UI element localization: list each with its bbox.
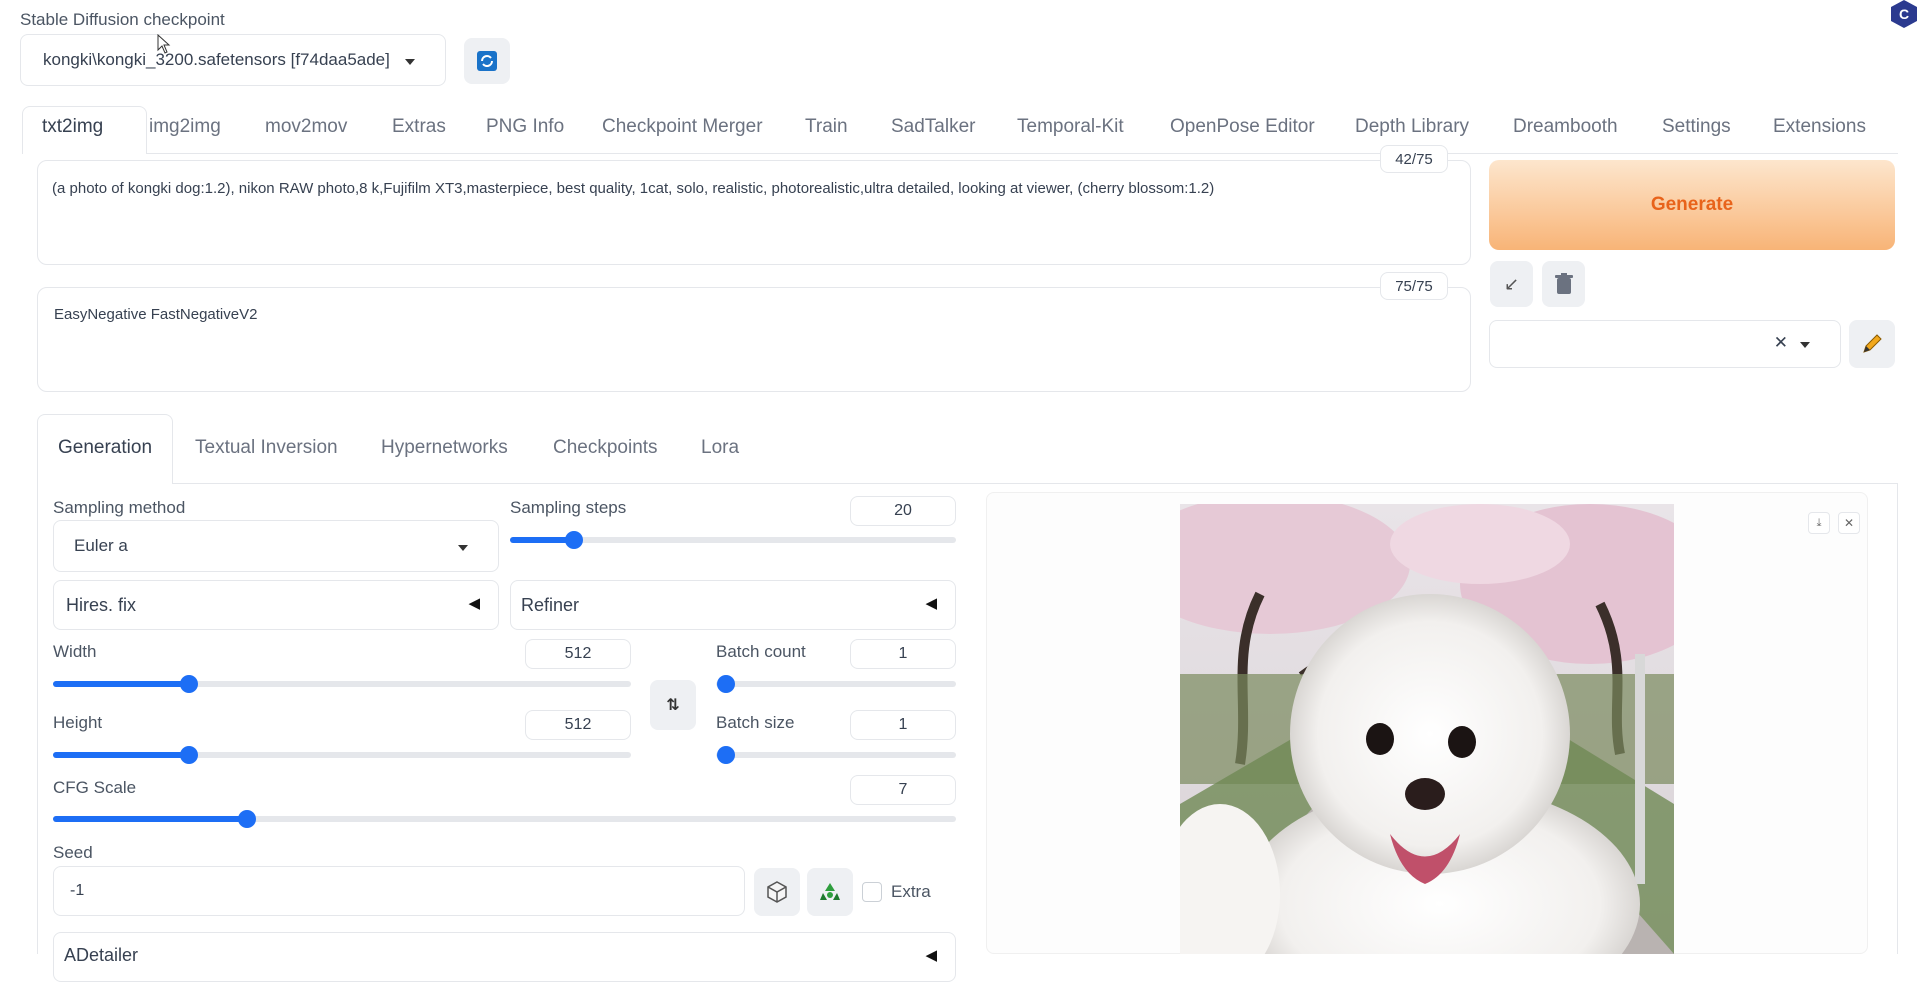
refresh-icon [477,51,497,71]
random-seed-button[interactable] [754,868,800,916]
width-label: Width [53,642,97,661]
negative-prompt-text: EasyNegative FastNegativeV2 [54,306,258,323]
swap-arrows-icon: ⇅ [666,697,680,714]
tab-extensions[interactable]: Extensions [1773,116,1866,140]
tab-txt2img[interactable]: txt2img [42,116,103,140]
swap-dimensions-button[interactable]: ⇅ [650,680,696,730]
width-input[interactable]: 512 [525,639,631,669]
height-label: Height [53,713,103,732]
close-image-button[interactable]: ✕ [1838,512,1860,534]
tab-mov2mov[interactable]: mov2mov [265,116,347,140]
generate-button[interactable]: Generate [1489,160,1895,250]
adetailer-accordion[interactable]: ADetailer ◀ [53,932,956,982]
cfg-scale-label: CFG Scale [53,778,137,797]
triangle-left-icon: ◀ [468,595,480,612]
triangle-left-icon: ◀ [925,595,937,612]
subtab-checkpoints[interactable]: Checkpoints [553,437,658,459]
seed-input[interactable]: -1 [53,866,745,916]
tab-temporal-kit[interactable]: Temporal-Kit [1017,116,1124,140]
sampling-method-value: Euler a [74,536,128,555]
trash-icon [1554,273,1573,294]
height-input[interactable]: 512 [525,710,631,740]
negative-token-counter: 75/75 [1380,272,1448,300]
cfg-scale-slider[interactable] [53,807,956,831]
sampling-steps-slider[interactable] [510,528,956,552]
tab-depth-library[interactable]: Depth Library [1355,116,1469,140]
sampling-method-dropdown[interactable]: Euler a [53,520,499,572]
adetailer-label: ADetailer [64,945,139,965]
width-slider[interactable] [53,672,631,696]
extra-seed-checkbox[interactable] [862,882,882,902]
dice-icon [767,881,787,903]
slider-handle[interactable] [717,675,735,693]
svg-text:C: C [1899,6,1909,22]
subtab-lora[interactable]: Lora [701,437,739,459]
tab-sadtalker[interactable]: SadTalker [891,116,976,140]
seed-label: Seed [53,843,93,862]
refresh-checkpoint-button[interactable] [464,38,510,84]
subtab-textual-inversion[interactable]: Textual Inversion [195,437,338,459]
read-params-button[interactable]: ↙ [1490,261,1533,307]
batch-count-input[interactable]: 1 [850,639,956,669]
slider-handle[interactable] [180,746,198,764]
subtab-hypernetworks[interactable]: Hypernetworks [381,437,508,459]
tab-settings[interactable]: Settings [1662,116,1731,140]
prompt-textarea[interactable]: (a photo of kongki dog:1.2), nikon RAW p… [37,160,1471,265]
triangle-left-icon: ◀ [925,947,937,964]
reuse-seed-button[interactable] [807,868,853,916]
tabs-divider [146,153,1898,154]
slider-handle[interactable] [180,675,198,693]
cfg-scale-input[interactable]: 7 [850,775,956,805]
tab-dreambooth[interactable]: Dreambooth [1513,116,1618,140]
batch-size-input[interactable]: 1 [850,710,956,740]
sampling-steps-label: Sampling steps [510,498,627,517]
mouse-cursor-icon [157,33,171,59]
dog-photo-image [1180,504,1674,954]
batch-count-slider[interactable] [716,672,956,696]
tab-png-info[interactable]: PNG Info [486,116,564,140]
checkpoint-dropdown[interactable]: kongki\kongki_3200.safetensors [f74daa5a… [20,34,446,86]
prompt-text: (a photo of kongki dog:1.2), nikon RAW p… [52,180,1215,197]
slider-handle[interactable] [565,531,583,549]
edit-styles-button[interactable] [1849,320,1895,368]
checkpoint-label: Stable Diffusion checkpoint [20,10,225,29]
chevron-down-icon [405,59,415,65]
close-icon: ✕ [1843,516,1855,530]
checkpoint-value: kongki\kongki_3200.safetensors [f74daa5a… [43,50,390,69]
batch-size-slider[interactable] [716,743,956,767]
slider-handle[interactable] [717,746,735,764]
extra-seed-label: Extra [891,882,931,901]
prompt-token-counter: 42/75 [1380,145,1448,173]
slider-handle[interactable] [238,810,256,828]
styles-dropdown[interactable]: ✕ [1489,320,1841,368]
refiner-label: Refiner [521,594,580,615]
recycle-icon [820,883,840,900]
sampling-method-label: Sampling method [53,498,186,517]
generated-image[interactable] [1180,504,1674,954]
chevron-down-icon [1800,342,1810,348]
clear-x-icon[interactable]: ✕ [1774,333,1788,353]
hires-fix-label: Hires. fix [66,594,137,615]
app-logo-icon: C [1891,0,1917,28]
download-button[interactable]: ⤓ [1808,512,1830,534]
hires-fix-accordion[interactable]: Hires. fix ◀ [53,580,499,630]
height-slider[interactable] [53,743,631,767]
tab-extras[interactable]: Extras [392,116,446,140]
clear-prompt-button[interactable] [1542,261,1585,307]
subtab-generation[interactable]: Generation [58,437,152,459]
download-icon: ⤓ [1816,516,1822,529]
batch-count-label: Batch count [716,642,806,661]
tab-train[interactable]: Train [805,116,848,140]
sampling-steps-input[interactable]: 20 [850,496,956,526]
refiner-accordion[interactable]: Refiner ◀ [510,580,956,630]
arrow-down-left-icon: ↙ [1503,273,1520,294]
batch-size-label: Batch size [716,713,795,732]
chevron-down-icon [458,545,468,551]
pencil-icon [1863,334,1882,353]
tab-checkpoint-merger[interactable]: Checkpoint Merger [602,116,763,140]
tab-img2img[interactable]: img2img [149,116,221,140]
tab-openpose-editor[interactable]: OpenPose Editor [1170,116,1315,140]
negative-prompt-textarea[interactable]: EasyNegative FastNegativeV2 [37,287,1471,392]
